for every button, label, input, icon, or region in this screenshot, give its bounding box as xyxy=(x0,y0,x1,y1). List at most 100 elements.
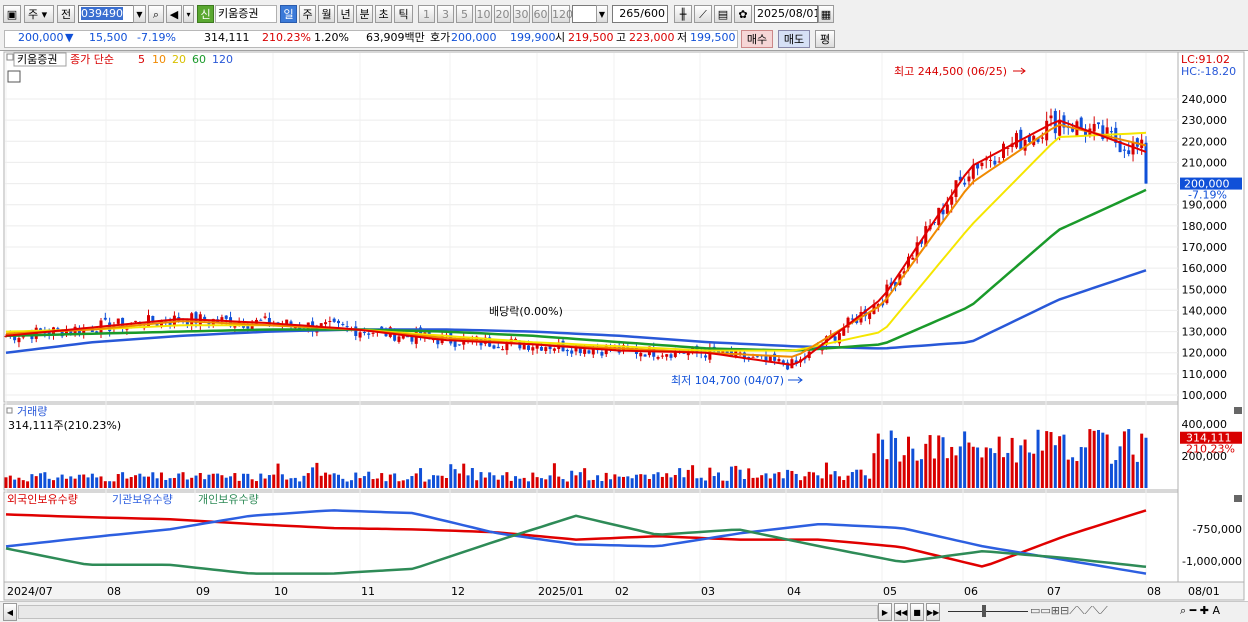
candle-body xyxy=(501,349,505,351)
volume-bar xyxy=(1032,453,1036,488)
volume-bar xyxy=(591,479,595,488)
candle-body xyxy=(1058,119,1062,136)
candle-body xyxy=(367,333,371,335)
draw-line-icon[interactable]: ⟋ xyxy=(694,5,712,23)
forward-icon[interactable]: ▶▶ xyxy=(926,603,940,621)
average-button[interactable]: 평 xyxy=(815,30,835,48)
count-max: /600 xyxy=(640,7,665,20)
candle-body xyxy=(341,324,345,326)
volume-value: 314,111 xyxy=(204,31,250,44)
low-label: 저 xyxy=(677,31,688,44)
volume-bar xyxy=(1058,436,1062,488)
interval-5[interactable]: 5 xyxy=(456,5,473,23)
volume-bar xyxy=(103,481,107,488)
volume-bar xyxy=(233,473,237,488)
scroll-track[interactable] xyxy=(18,605,878,619)
drawing-tools-icon[interactable]: ▭▭⊞⊟⟋⟍⟋⟍⟋ xyxy=(1030,604,1108,618)
volume-bar xyxy=(121,472,125,488)
interval-10[interactable]: 10 xyxy=(475,5,492,23)
volume-bar xyxy=(470,468,474,488)
volume-bar xyxy=(134,475,138,488)
zoom-slider-handle[interactable] xyxy=(982,605,986,617)
code-input[interactable]: 039490 xyxy=(78,5,134,23)
market-select[interactable]: 주 ▾ xyxy=(24,5,54,23)
search-icon[interactable]: ⌕ xyxy=(148,5,164,23)
toolbar: ▣ 주 ▾ 전 039490 ▼ ⌕ ◀ ▾ 신 키움증권 일 주 월 년 분 … xyxy=(0,0,1248,29)
scroll-right-icon[interactable]: ▶ xyxy=(878,603,892,621)
volume-bar xyxy=(73,478,77,488)
sound-dropdown-icon[interactable]: ▾ xyxy=(183,5,194,23)
candle-body xyxy=(583,349,587,354)
window-menu-icon[interactable]: ▣ xyxy=(3,5,21,23)
volume-bar xyxy=(410,476,414,488)
interval-30[interactable]: 30 xyxy=(513,5,530,23)
period-tick[interactable]: 틱 xyxy=(394,5,413,23)
candle-body xyxy=(660,355,664,357)
volume-close-icon[interactable] xyxy=(1234,407,1242,414)
candle-body xyxy=(997,161,1001,163)
x-tick-label: 2024/07 xyxy=(7,585,53,598)
stop-icon[interactable]: ■ xyxy=(910,603,924,621)
sell-button[interactable]: 매도 xyxy=(778,30,810,48)
dividend-note: 배당락(0.00%) xyxy=(489,305,563,318)
period-week[interactable]: 주 xyxy=(299,5,316,23)
price-tick-label: 110,000 xyxy=(1182,368,1228,381)
period-year[interactable]: 년 xyxy=(337,5,354,23)
candle-body xyxy=(397,336,401,342)
volume-bar xyxy=(786,469,790,488)
period-month[interactable]: 월 xyxy=(318,5,335,23)
volume-bar xyxy=(267,475,271,488)
credit-badge: 신 xyxy=(197,5,214,23)
interval-1[interactable]: 1 xyxy=(418,5,435,23)
stock-chart[interactable]: 100,000 110,000 120,000 130,000 140,000 150,0… xyxy=(0,51,1248,601)
table-icon[interactable] xyxy=(7,70,21,83)
volume-bar xyxy=(881,439,885,488)
period-second[interactable]: 초 xyxy=(375,5,392,23)
chart-area: 100,000 110,000 120,000 130,000 140,000 150,0… xyxy=(0,51,1248,621)
code-dropdown-icon[interactable]: ▼ xyxy=(133,5,146,23)
date-input[interactable]: 2025/08/01 xyxy=(754,5,818,23)
volume-bar xyxy=(548,475,552,488)
price-tick-label: 120,000 xyxy=(1182,347,1228,360)
interval-dropdown-icon[interactable]: ▼ xyxy=(596,5,608,23)
volume-bar xyxy=(414,473,418,488)
prev-button[interactable]: 전 xyxy=(57,5,75,23)
zoom-controls-icon[interactable]: ⌕ ━ ✚ A xyxy=(1180,604,1220,618)
period-minute[interactable]: 분 xyxy=(356,5,373,23)
candle-body xyxy=(993,160,997,165)
candle-body xyxy=(911,257,915,260)
candle-body xyxy=(1049,115,1053,119)
volume-bar xyxy=(531,472,535,488)
candle-body xyxy=(587,350,591,354)
volume-bar xyxy=(164,479,168,488)
holding-close-icon[interactable] xyxy=(1234,495,1242,502)
interval-3[interactable]: 3 xyxy=(437,5,454,23)
candle-body xyxy=(639,352,643,357)
scroll-left-icon[interactable]: ◀ xyxy=(3,603,17,621)
interval-120[interactable]: 120 xyxy=(551,5,573,23)
calendar-icon[interactable]: ▦ xyxy=(818,5,834,23)
count-input[interactable]: 265/600 xyxy=(612,5,668,23)
x-tick-label: 09 xyxy=(196,585,210,598)
volume-bar xyxy=(375,478,379,488)
interval-60[interactable]: 60 xyxy=(532,5,549,23)
x-right-label: 08/01 xyxy=(1188,585,1220,598)
interval-20[interactable]: 20 xyxy=(494,5,511,23)
sound-icon[interactable]: ◀ xyxy=(166,5,182,23)
zoom-slider[interactable] xyxy=(948,611,1028,612)
candle-body xyxy=(328,320,332,322)
candle-style-icon[interactable]: ╫ xyxy=(674,5,692,23)
volume-bar xyxy=(587,480,591,488)
candle-body xyxy=(773,353,777,361)
volume-bar xyxy=(928,435,932,488)
period-day[interactable]: 일 xyxy=(280,5,297,23)
volume-bar xyxy=(565,481,569,488)
buy-button[interactable]: 매수 xyxy=(741,30,773,48)
volume-bar xyxy=(1109,463,1113,488)
rewind-icon[interactable]: ◀◀ xyxy=(894,603,908,621)
save-icon[interactable]: ▤ xyxy=(714,5,732,23)
volume-bar xyxy=(43,472,47,488)
x-tick-label: 11 xyxy=(361,585,375,598)
gear-icon[interactable]: ✿ xyxy=(734,5,752,23)
volume-bar xyxy=(324,472,328,488)
